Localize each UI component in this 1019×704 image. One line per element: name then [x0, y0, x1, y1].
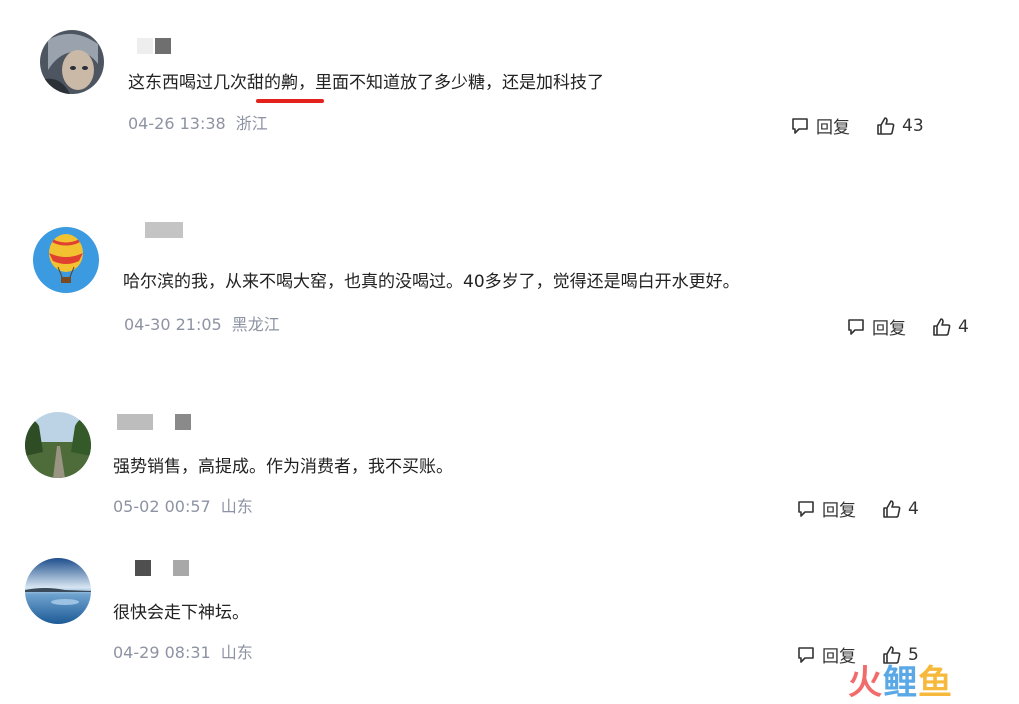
thumbs-up-icon	[933, 317, 951, 336]
comment-location: 浙江	[235, 114, 268, 133]
like-count: 4	[958, 316, 969, 337]
comment-location: 黑龙江	[231, 315, 280, 334]
like-button[interactable]: 4	[932, 317, 969, 337]
hot-air-balloon-avatar-image	[33, 227, 99, 293]
comment-bubble-icon	[798, 646, 814, 663]
username-obscured	[117, 413, 191, 431]
comment-actions: 回复 4	[846, 314, 969, 339]
watermark-part: 鱼	[918, 663, 953, 703]
watermark-logo: 火鲤鱼	[848, 655, 953, 704]
username-obscured	[137, 37, 171, 55]
comment-bubble-icon	[798, 500, 814, 517]
comment-meta: 05-02 00:57 山东	[113, 497, 253, 517]
reply-button[interactable]: 回复	[790, 113, 850, 138]
comment-text: 这东西喝过几次甜的齁，里面不知道放了多少糖，还是加科技了	[128, 73, 604, 93]
watermark-part: 鲤	[883, 663, 918, 703]
comment-date: 05-02 00:57	[113, 497, 211, 516]
like-count: 43	[902, 115, 924, 136]
comment-meta: 04-30 21:05 黑龙江	[124, 315, 280, 335]
like-button[interactable]: 4	[882, 499, 919, 519]
forest-road-avatar-image	[25, 412, 91, 478]
reply-button[interactable]: 回复	[846, 314, 906, 339]
comment-date: 04-26 13:38	[128, 114, 226, 133]
comment-actions: 回复 4	[796, 496, 919, 521]
like-count: 4	[908, 498, 919, 519]
watermark-part: 火	[848, 663, 883, 703]
thumbs-up-icon	[877, 116, 895, 135]
comment-text: 强势销售，高提成。作为消费者，我不买账。	[113, 457, 453, 477]
comment-text: 很快会走下神坛。	[113, 603, 249, 623]
lake-avatar-image	[25, 558, 91, 624]
comment-meta: 04-26 13:38 浙江	[128, 114, 268, 134]
reply-label: 回复	[872, 319, 906, 339]
user-avatar[interactable]	[25, 558, 91, 624]
comment-actions: 回复 43	[790, 113, 924, 138]
comment-meta: 04-29 08:31 山东	[113, 643, 253, 663]
thumbs-up-icon	[883, 499, 901, 518]
comment-bubble-icon	[848, 318, 864, 335]
username-obscured	[135, 559, 189, 577]
reply-button[interactable]: 回复	[796, 496, 856, 521]
highlight-underline	[256, 99, 324, 103]
comment-location: 山东	[220, 497, 253, 516]
comment-text: 哈尔滨的我，从来不喝大窑，也真的没喝过。40多岁了，觉得还是喝白开水更好。	[123, 272, 740, 292]
comment-bubble-icon	[792, 117, 808, 134]
like-button[interactable]: 43	[876, 116, 924, 136]
user-avatar[interactable]	[33, 227, 99, 293]
comment-date: 04-30 21:05	[124, 315, 222, 334]
reply-button[interactable]: 回复	[796, 642, 856, 667]
reply-label: 回复	[822, 501, 856, 521]
comment-date: 04-29 08:31	[113, 643, 211, 662]
comment-location: 山东	[220, 643, 253, 662]
reply-label: 回复	[816, 118, 850, 138]
username-obscured	[145, 221, 183, 239]
user-avatar[interactable]	[25, 412, 91, 478]
character-avatar-image	[40, 30, 104, 94]
user-avatar[interactable]	[40, 30, 104, 94]
